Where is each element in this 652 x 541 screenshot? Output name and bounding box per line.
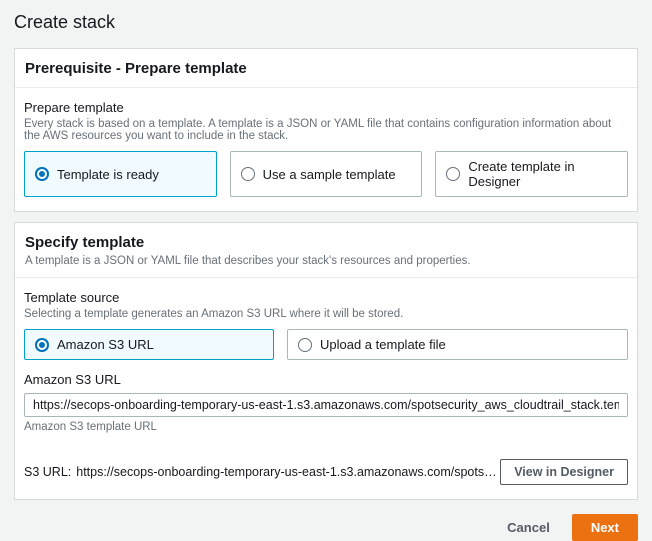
option-use-sample-template[interactable]: Use a sample template	[230, 151, 423, 197]
s3-url-summary-row: S3 URL: https://secops-onboarding-tempor…	[24, 459, 628, 485]
prepare-template-label: Prepare template	[24, 100, 628, 115]
view-in-designer-button[interactable]: View in Designer	[500, 459, 628, 485]
amazon-s3-url-label: Amazon S3 URL	[24, 372, 628, 387]
option-template-is-ready[interactable]: Template is ready	[24, 151, 217, 197]
option-create-template-in-designer[interactable]: Create template in Designer	[435, 151, 628, 197]
wizard-footer: Cancel Next	[14, 514, 638, 541]
option-upload-template-file[interactable]: Upload a template file	[287, 329, 628, 360]
option-label: Create template in Designer	[468, 159, 617, 189]
radio-selected-icon[interactable]	[35, 338, 49, 352]
amazon-s3-url-input[interactable]	[24, 393, 628, 417]
specify-template-description: A template is a JSON or YAML file that d…	[25, 255, 627, 267]
radio-selected-icon[interactable]	[35, 167, 49, 181]
radio-unselected-icon[interactable]	[241, 167, 255, 181]
prepare-template-options: Template is ready Use a sample template …	[24, 151, 628, 197]
specify-template-panel-body: Template source Selecting a template gen…	[15, 278, 637, 499]
template-source-description: Selecting a template generates an Amazon…	[24, 308, 628, 320]
cancel-button[interactable]: Cancel	[507, 520, 550, 535]
template-source-label: Template source	[24, 290, 628, 305]
amazon-s3-url-helper: Amazon S3 template URL	[24, 421, 628, 433]
option-label: Amazon S3 URL	[57, 337, 154, 352]
specify-template-title: Specify template	[25, 234, 627, 251]
template-source-options: Amazon S3 URL Upload a template file	[24, 329, 628, 360]
s3-url-summary-value: https://secops-onboarding-temporary-us-e…	[76, 465, 500, 479]
option-amazon-s3-url[interactable]: Amazon S3 URL	[24, 329, 274, 360]
next-button[interactable]: Next	[572, 514, 638, 541]
option-label: Upload a template file	[320, 337, 446, 352]
specify-template-panel-header: Specify template A template is a JSON or…	[15, 223, 637, 278]
create-stack-page: Create stack Prerequisite - Prepare temp…	[0, 0, 652, 541]
option-label: Template is ready	[57, 167, 159, 182]
page-title: Create stack	[14, 12, 638, 33]
s3-url-summary-label: S3 URL:	[24, 465, 71, 479]
radio-unselected-icon[interactable]	[446, 167, 460, 181]
specify-template-panel: Specify template A template is a JSON or…	[14, 222, 638, 500]
prepare-template-description: Every stack is based on a template. A te…	[24, 118, 628, 142]
prerequisite-panel-body: Prepare template Every stack is based on…	[15, 88, 637, 211]
prerequisite-panel: Prerequisite - Prepare template Prepare …	[14, 48, 638, 212]
prerequisite-panel-title: Prerequisite - Prepare template	[25, 60, 627, 77]
radio-unselected-icon[interactable]	[298, 338, 312, 352]
prerequisite-panel-header: Prerequisite - Prepare template	[15, 49, 637, 88]
option-label: Use a sample template	[263, 167, 396, 182]
